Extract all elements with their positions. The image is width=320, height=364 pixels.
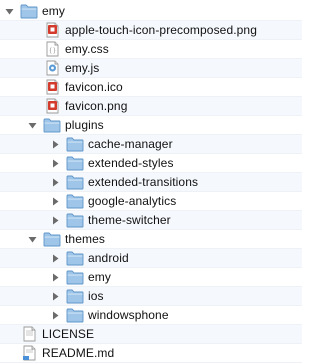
folder-icon [66, 307, 84, 323]
js-script-icon [43, 60, 61, 76]
item-name: favicon.ico [65, 80, 123, 94]
folder-icon [66, 269, 84, 285]
file-row[interactable]: LICENSE [0, 325, 302, 344]
disclosure-triangle-collapsed-icon[interactable] [51, 178, 60, 187]
item-name: README.md [42, 346, 115, 360]
folder-icon [66, 155, 84, 171]
svg-text:{ }: { } [49, 48, 55, 54]
folder-icon [66, 193, 84, 209]
item-name: favicon.png [65, 99, 128, 113]
css-document-icon: { } [43, 41, 61, 57]
folder-icon [66, 174, 84, 190]
item-name: themes [65, 232, 105, 246]
folder-row[interactable]: theme-switcher [0, 211, 302, 230]
folder-icon [43, 231, 61, 247]
item-name: android [88, 251, 129, 265]
disclosure-triangle-collapsed-icon[interactable] [51, 216, 60, 225]
item-name: emy.css [65, 42, 109, 56]
folder-row[interactable]: emy [0, 268, 302, 287]
folder-row[interactable]: windowsphone [0, 306, 302, 325]
file-row[interactable]: { } emy.css [0, 40, 302, 59]
item-name: cache-manager [88, 137, 173, 151]
item-name: emy.js [65, 61, 100, 75]
disclosure-triangle-expanded-icon[interactable] [5, 7, 14, 16]
disclosure-triangle-collapsed-icon[interactable] [51, 197, 60, 206]
item-name: LICENSE [42, 327, 95, 341]
folder-row[interactable]: cache-manager [0, 135, 302, 154]
file-row[interactable]: apple-touch-icon-precomposed.png [0, 21, 302, 40]
item-name: emy [42, 4, 65, 18]
folder-icon [66, 136, 84, 152]
text-document-icon [20, 326, 38, 342]
file-row[interactable]: README.md [0, 344, 302, 363]
disclosure-triangle-collapsed-icon[interactable] [51, 159, 60, 168]
disclosure-triangle-collapsed-icon[interactable] [51, 273, 60, 282]
folder-row[interactable]: plugins [0, 116, 302, 135]
item-name: extended-transitions [88, 175, 199, 189]
disclosure-triangle-expanded-icon[interactable] [28, 121, 37, 130]
png-image-icon [43, 22, 61, 38]
markdown-document-icon [20, 345, 38, 361]
folder-row[interactable]: extended-transitions [0, 173, 302, 192]
folder-row[interactable]: emy [0, 2, 302, 21]
png-image-icon [43, 98, 61, 114]
disclosure-triangle-collapsed-icon[interactable] [51, 311, 60, 320]
folder-icon [66, 250, 84, 266]
disclosure-triangle-collapsed-icon[interactable] [51, 140, 60, 149]
disclosure-triangle-expanded-icon[interactable] [28, 235, 37, 244]
folder-row[interactable]: extended-styles [0, 154, 302, 173]
file-row[interactable]: favicon.ico [0, 78, 302, 97]
folder-icon [66, 288, 84, 304]
folder-row[interactable]: android [0, 249, 302, 268]
folder-row[interactable]: ios [0, 287, 302, 306]
item-name: windowsphone [88, 308, 169, 322]
file-row[interactable]: favicon.png [0, 97, 302, 116]
item-name: extended-styles [88, 156, 174, 170]
item-name: emy [88, 270, 111, 284]
disclosure-triangle-collapsed-icon[interactable] [51, 254, 60, 263]
folder-icon [43, 117, 61, 133]
folder-icon [20, 3, 38, 19]
item-name: plugins [65, 118, 104, 132]
disclosure-triangle-collapsed-icon[interactable] [51, 292, 60, 301]
item-name: google-analytics [88, 194, 177, 208]
ico-image-icon [43, 79, 61, 95]
file-tree: emy apple-touch-icon-precomposed.png{ } em… [0, 0, 302, 364]
folder-row[interactable]: google-analytics [0, 192, 302, 211]
file-row[interactable]: emy.js [0, 59, 302, 78]
folder-row[interactable]: themes [0, 230, 302, 249]
item-name: apple-touch-icon-precomposed.png [65, 23, 257, 37]
item-name: theme-switcher [88, 213, 171, 227]
folder-icon [66, 212, 84, 228]
item-name: ios [88, 289, 104, 303]
